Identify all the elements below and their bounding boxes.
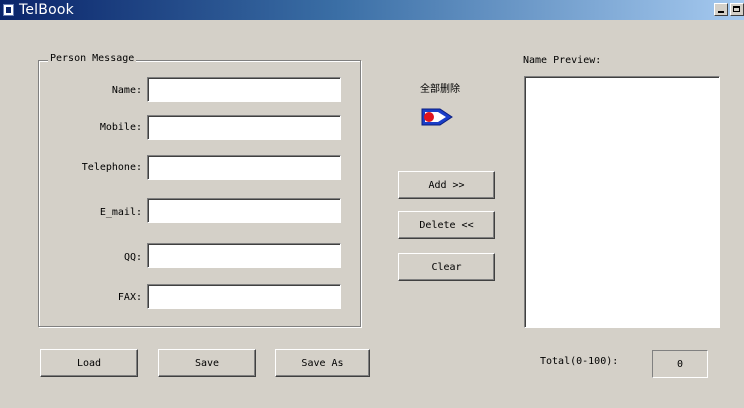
title-bar: TelBook <box>0 0 744 20</box>
name-field[interactable] <box>147 77 341 102</box>
save-button[interactable]: Save <box>158 349 256 377</box>
app-icon <box>3 4 14 16</box>
delete-button[interactable]: Delete << <box>398 211 495 239</box>
total-label: Total(0-100): <box>540 356 619 367</box>
window-title: TelBook <box>19 2 74 18</box>
telephone-label: Telephone: <box>81 162 142 173</box>
person-message-legend: Person Message <box>48 53 137 64</box>
telephone-field[interactable] <box>147 155 341 180</box>
name-preview-label: Name Preview: <box>523 55 602 66</box>
minimize-button[interactable] <box>714 3 728 16</box>
name-preview-list[interactable] <box>524 76 720 328</box>
load-button[interactable]: Load <box>40 349 138 377</box>
save-as-button[interactable]: Save As <box>275 349 370 377</box>
email-field[interactable] <box>147 198 341 223</box>
name-label: Name: <box>111 85 142 96</box>
transfer-arrow-icon[interactable] <box>420 106 454 128</box>
fax-field[interactable] <box>147 284 341 309</box>
email-label: E_mail: <box>99 207 142 218</box>
mobile-field[interactable] <box>147 115 341 140</box>
clear-button[interactable]: Clear <box>398 253 495 281</box>
window-controls <box>714 3 744 16</box>
qq-label: QQ: <box>123 252 142 263</box>
total-value: 0 <box>652 350 708 378</box>
maximize-button[interactable] <box>730 3 744 16</box>
add-button[interactable]: Add >> <box>398 171 495 199</box>
fax-label: FAX: <box>117 292 142 303</box>
mobile-label: Mobile: <box>99 122 142 133</box>
qq-field[interactable] <box>147 243 341 268</box>
delete-all-label: 全部删除 <box>420 84 460 95</box>
